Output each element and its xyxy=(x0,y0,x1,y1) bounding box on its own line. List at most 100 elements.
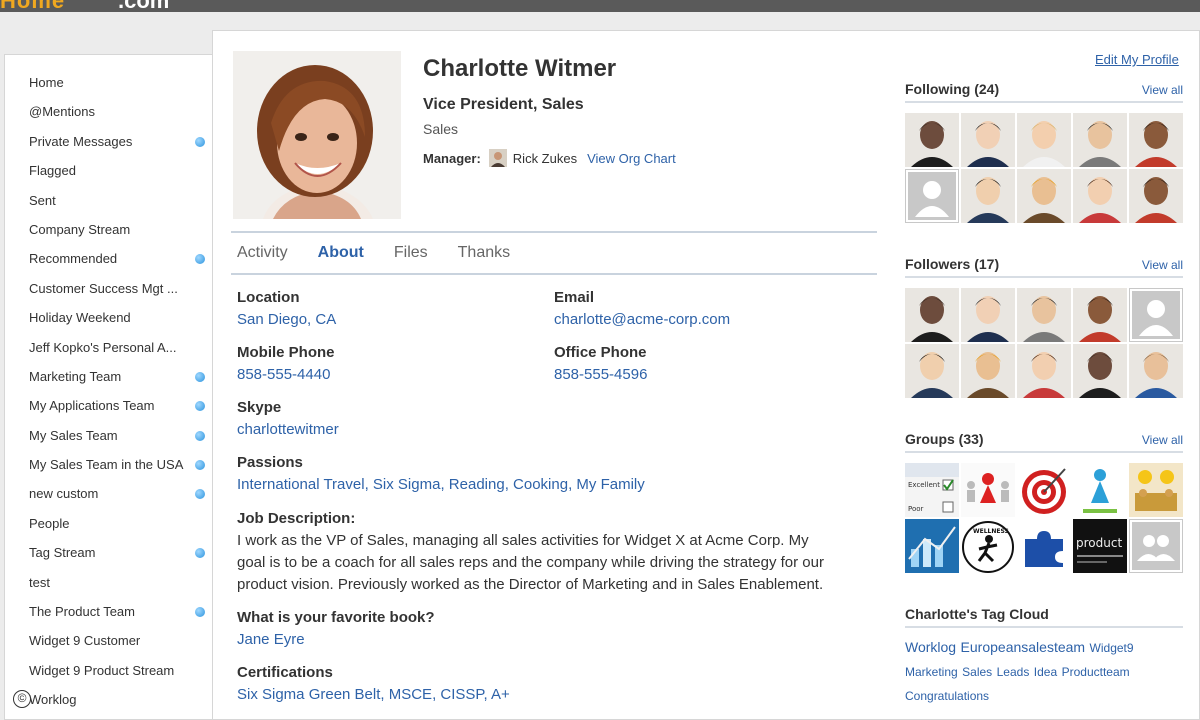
tag-link[interactable]: Sales xyxy=(962,665,992,679)
tab-about[interactable]: About xyxy=(318,244,364,262)
tag-link[interactable]: Leads xyxy=(997,665,1030,679)
sidebar-item-holiday-weekend[interactable]: Holiday Weekend xyxy=(5,303,212,332)
sidebar-item-jeff-kopko[interactable]: Jeff Kopko's Personal A... xyxy=(5,333,212,362)
growth-group-icon xyxy=(1073,463,1127,517)
following-avatar[interactable] xyxy=(961,113,1015,167)
wellness-group-icon: WELLNESS xyxy=(961,519,1015,573)
sidebar-item-customer-success[interactable]: Customer Success Mgt ... xyxy=(5,274,212,303)
edit-profile-link[interactable]: Edit My Profile xyxy=(1095,52,1179,67)
following-avatar[interactable] xyxy=(1073,113,1127,167)
manager-avatar[interactable] xyxy=(488,149,507,167)
groups-view-all-link[interactable]: View all xyxy=(1142,433,1183,447)
follower-avatar[interactable] xyxy=(1073,344,1127,398)
favorite-book-value[interactable]: Jane Eyre xyxy=(237,631,435,648)
follower-avatar[interactable] xyxy=(1129,288,1183,342)
sidebar-item-flagged[interactable]: Flagged xyxy=(5,156,212,185)
person-avatar-icon xyxy=(1129,344,1183,398)
tag-link[interactable]: Worklog xyxy=(905,639,956,655)
follower-avatar[interactable] xyxy=(1017,344,1071,398)
tag-link[interactable]: Europeansalesteam xyxy=(961,639,1086,655)
view-org-chart-link[interactable]: View Org Chart xyxy=(587,151,676,166)
skype-value[interactable]: charlottewitmer xyxy=(237,421,339,438)
sidebar-item-marketing-team[interactable]: Marketing Team xyxy=(5,362,212,391)
group-thumb[interactable] xyxy=(1017,463,1071,517)
sidebar-item-test[interactable]: test xyxy=(5,568,212,597)
sidebar-item-product-team[interactable]: The Product Team xyxy=(5,597,212,626)
passion-link[interactable]: Cooking xyxy=(513,476,568,493)
mobile-label: Mobile Phone xyxy=(237,344,335,361)
sidebar-item-company-stream[interactable]: Company Stream xyxy=(5,215,212,244)
person-avatar-icon xyxy=(1017,344,1071,398)
group-thumb[interactable] xyxy=(1129,463,1183,517)
following-avatar[interactable] xyxy=(1017,169,1071,223)
group-thumb[interactable] xyxy=(1129,519,1183,573)
brand-logo[interactable]: Home xyxy=(0,0,65,12)
follower-avatar[interactable] xyxy=(905,344,959,398)
default-avatar-icon xyxy=(1129,288,1183,342)
passion-link[interactable]: My Family xyxy=(576,476,644,493)
tab-files[interactable]: Files xyxy=(394,244,428,262)
tag-link[interactable]: Productteam xyxy=(1062,665,1130,679)
sidebar-item-sent[interactable]: Sent xyxy=(5,186,212,215)
tag-link[interactable]: Marketing xyxy=(905,665,958,679)
manager-name[interactable]: Rick Zukes xyxy=(513,151,577,166)
tab-thanks[interactable]: Thanks xyxy=(458,244,510,262)
sidebar-item-widget9-product-stream[interactable]: Widget 9 Product Stream xyxy=(5,656,212,685)
tag-link[interactable]: Widget9 xyxy=(1090,641,1134,655)
sidebar-item-new-custom[interactable]: new custom xyxy=(5,479,212,508)
following-avatar[interactable] xyxy=(1129,113,1183,167)
sidebar-item-label: Flagged xyxy=(29,163,76,179)
tag-link[interactable]: Congratulations xyxy=(905,689,989,703)
job-description-field: Job Description: I work as the VP of Sal… xyxy=(237,510,877,596)
tag-cloud: Worklog Europeansalesteam Widget9 Market… xyxy=(905,636,1185,708)
sidebar-item-widget9-customer[interactable]: Widget 9 Customer xyxy=(5,626,212,655)
group-thumb[interactable]: WELLNESS xyxy=(961,519,1015,573)
group-thumb[interactable] xyxy=(905,519,959,573)
following-avatar[interactable] xyxy=(905,113,959,167)
profile-photo[interactable] xyxy=(233,51,401,219)
sidebar-item-my-sales-team-usa[interactable]: My Sales Team in the USA xyxy=(5,450,212,479)
sidebar-item-home[interactable]: Home xyxy=(5,68,212,97)
followers-view-all-link[interactable]: View all xyxy=(1142,258,1183,272)
sidebar-item-worklog[interactable]: Worklog xyxy=(5,685,212,714)
following-avatar[interactable] xyxy=(905,169,959,223)
group-thumb[interactable]: Excellent Poor xyxy=(905,463,959,517)
follower-avatar[interactable] xyxy=(905,288,959,342)
sidebar-item-recommended[interactable]: Recommended xyxy=(5,244,212,273)
person-avatar-icon xyxy=(1073,113,1127,167)
sidebar-item-people[interactable]: People xyxy=(5,509,212,538)
sidebar-item-my-applications-team[interactable]: My Applications Team xyxy=(5,391,212,420)
follower-avatar[interactable] xyxy=(961,288,1015,342)
sidebar-item-private-messages[interactable]: Private Messages xyxy=(5,127,212,156)
following-avatar[interactable] xyxy=(961,169,1015,223)
group-thumb[interactable] xyxy=(961,463,1015,517)
tag-link[interactable]: Idea xyxy=(1034,665,1057,679)
top-bar: Home .com xyxy=(0,0,1200,12)
group-thumb[interactable] xyxy=(1073,463,1127,517)
passion-link[interactable]: Reading xyxy=(449,476,505,493)
follower-avatar[interactable] xyxy=(961,344,1015,398)
following-avatar[interactable] xyxy=(1073,169,1127,223)
sidebar-item-my-sales-team[interactable]: My Sales Team xyxy=(5,421,212,450)
location-value[interactable]: San Diego, CA xyxy=(237,311,336,328)
sidebar-item-tag-stream[interactable]: Tag Stream xyxy=(5,538,212,567)
passion-link[interactable]: International Travel xyxy=(237,476,365,493)
following-avatar[interactable] xyxy=(1129,169,1183,223)
certifications-value[interactable]: Six Sigma Green Belt, MSCE, CISSP, A+ xyxy=(237,686,510,703)
person-avatar-icon xyxy=(905,113,959,167)
unread-dot-icon xyxy=(195,548,205,559)
follower-avatar[interactable] xyxy=(1129,344,1183,398)
email-link[interactable]: charlotte@acme-corp.com xyxy=(554,311,730,328)
mobile-value[interactable]: 858-555-4440 xyxy=(237,366,335,383)
follower-avatar[interactable] xyxy=(1017,288,1071,342)
tab-activity[interactable]: Activity xyxy=(237,244,288,262)
checklist-group-icon: Excellent Poor xyxy=(905,463,959,517)
passion-link[interactable]: Six Sigma xyxy=(373,476,441,493)
following-view-all-link[interactable]: View all xyxy=(1142,83,1183,97)
group-thumb[interactable]: product xyxy=(1073,519,1127,573)
follower-avatar[interactable] xyxy=(1073,288,1127,342)
following-avatar[interactable] xyxy=(1017,113,1071,167)
group-thumb[interactable] xyxy=(1017,519,1071,573)
office-value[interactable]: 858-555-4596 xyxy=(554,366,647,383)
sidebar-item-mentions[interactable]: @Mentions xyxy=(5,97,212,126)
